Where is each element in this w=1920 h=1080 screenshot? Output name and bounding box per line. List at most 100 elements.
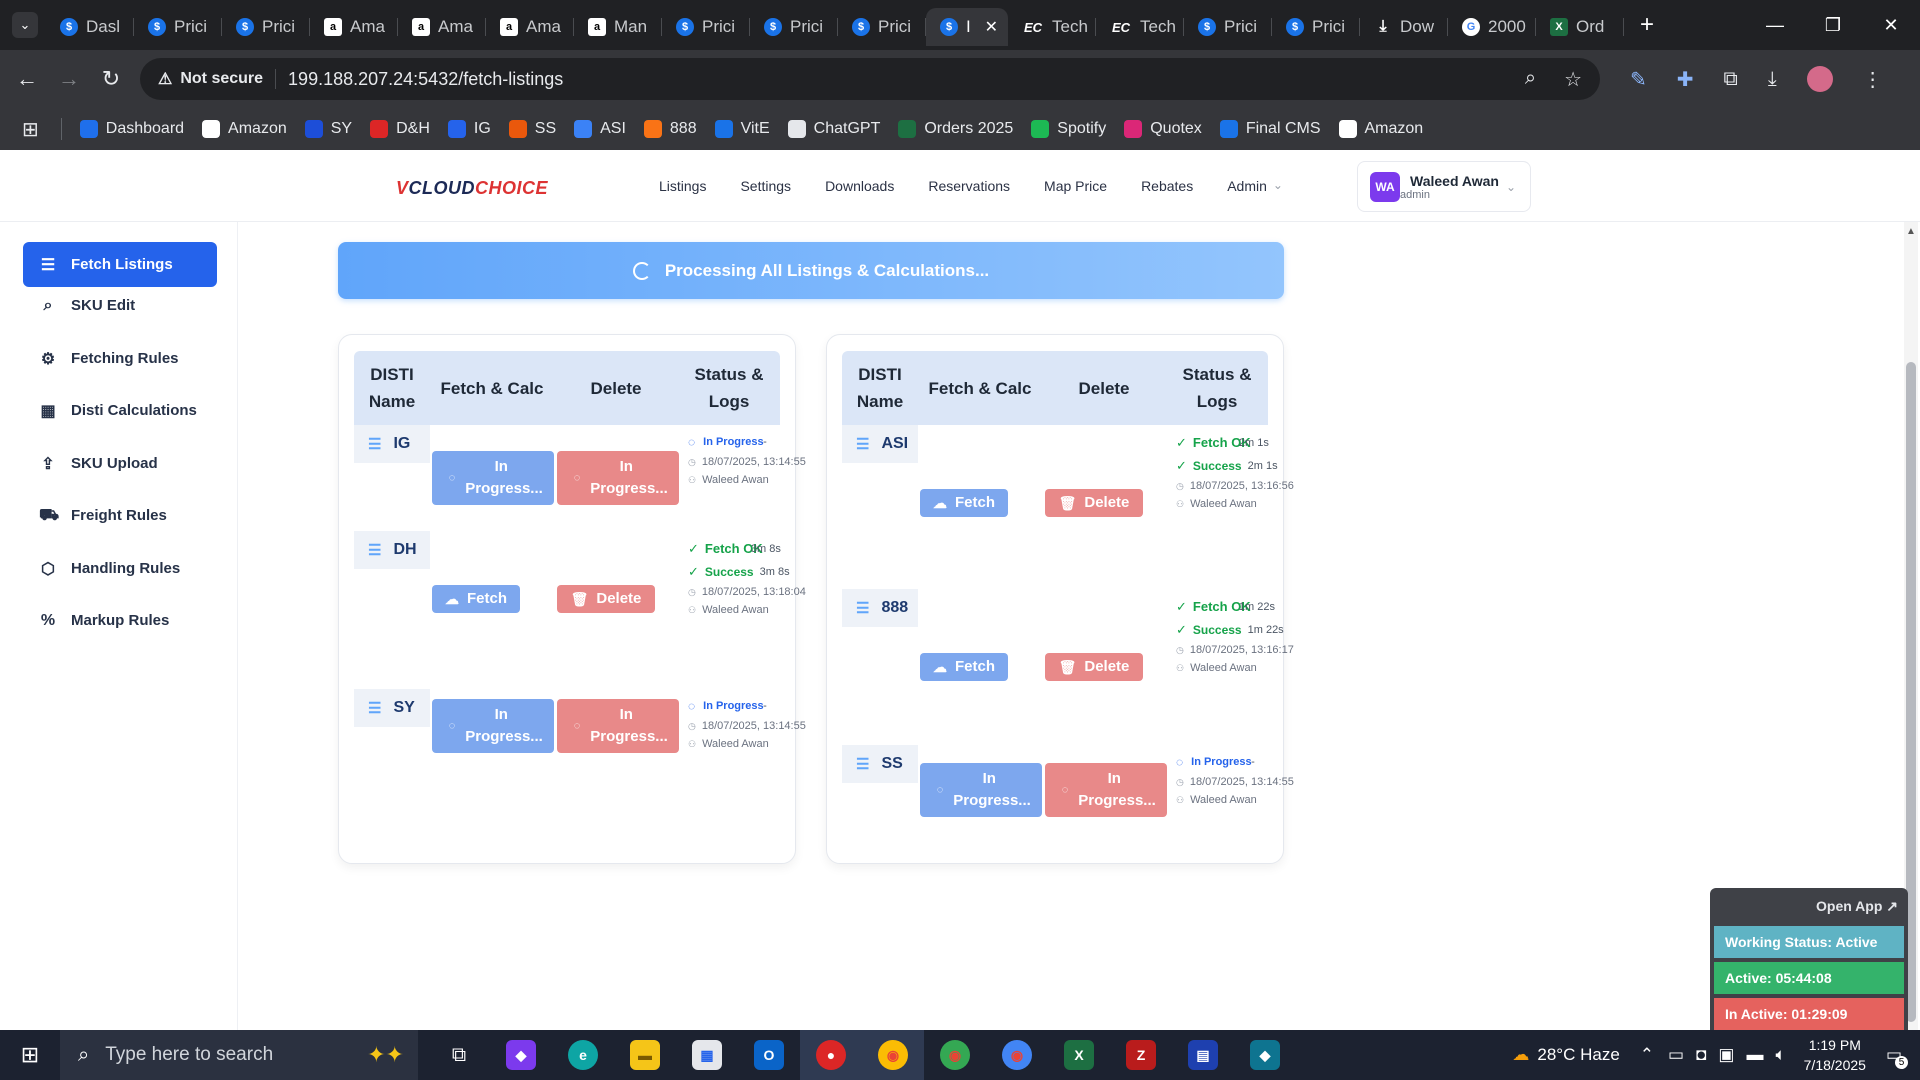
- sidebar-item-markup-rules[interactable]: % Markup Rules: [23, 598, 217, 643]
- sidebar-item-sku-edit[interactable]: ⌕ SKU Edit: [23, 283, 217, 328]
- browser-tab[interactable]: $ Prici: [134, 8, 222, 46]
- minimize-icon[interactable]: —: [1746, 0, 1804, 50]
- forward-icon[interactable]: →: [54, 66, 84, 92]
- nav-link-settings[interactable]: Settings: [740, 178, 791, 194]
- browser-tab[interactable]: $ Prici: [222, 8, 310, 46]
- extension-pen-icon[interactable]: ✎: [1630, 67, 1647, 92]
- sidebar-item-handling-rules[interactable]: ⬡ Handling Rules: [23, 546, 217, 591]
- tab-search-chevron-icon[interactable]: ⌄: [12, 12, 38, 38]
- taskbar-search[interactable]: ⌕ Type here to search ✦✦: [60, 1030, 418, 1080]
- profile-avatar[interactable]: [1806, 66, 1833, 92]
- browser-tab[interactable]: a Ama: [486, 8, 574, 46]
- bookmark-item[interactable]: Amazon: [1338, 120, 1423, 138]
- bookmark-item[interactable]: ASI: [574, 120, 626, 138]
- fetch-in-progress-button[interactable]: ◌ In Progress...: [920, 763, 1042, 817]
- sidebar-item-fetch-listings[interactable]: ☰ Fetch Listings: [23, 242, 217, 287]
- nav-link-downloads[interactable]: Downloads: [825, 178, 894, 194]
- store-icon[interactable]: ▦: [676, 1030, 738, 1080]
- outlook-icon[interactable]: O: [738, 1030, 800, 1080]
- back-icon[interactable]: ←: [12, 66, 42, 92]
- new-tab-button[interactable]: +: [1640, 11, 1654, 39]
- nav-link-rebates[interactable]: Rebates: [1141, 178, 1193, 194]
- extension-dice-icon[interactable]: ✚: [1677, 67, 1694, 92]
- browser-tab[interactable]: a Ama: [310, 8, 398, 46]
- bookmark-item[interactable]: Orders 2025: [898, 120, 1013, 138]
- delete-button[interactable]: 🗑︎ Delete: [557, 585, 655, 613]
- browser-tab[interactable]: $ I ✕: [926, 8, 1008, 46]
- fetch-button[interactable]: ☁ Fetch: [920, 653, 1008, 681]
- user-menu[interactable]: WA Waleed Awan admin ⌄: [1357, 161, 1531, 212]
- chrome-icon[interactable]: ◉: [862, 1030, 924, 1080]
- chrome-menu-icon[interactable]: ⋮: [1863, 67, 1883, 92]
- bookmark-item[interactable]: 888: [643, 120, 697, 138]
- zoom-icon[interactable]: ⌕: [1525, 67, 1536, 92]
- browser-tab[interactable]: $ Prici: [1272, 8, 1360, 46]
- chrome-profile-icon[interactable]: ◉: [924, 1030, 986, 1080]
- edge-icon[interactable]: e: [552, 1030, 614, 1080]
- sidebar-item-freight-rules[interactable]: ⛟ Freight Rules: [23, 493, 217, 538]
- nav-link-reservations[interactable]: Reservations: [928, 178, 1010, 194]
- browser-tab[interactable]: a Ama: [398, 8, 486, 46]
- notification-icon[interactable]: ▭ 5: [1886, 1045, 1908, 1069]
- windows-start-icon[interactable]: ⊞: [0, 1030, 60, 1080]
- browser-tab[interactable]: EC Tech: [1008, 8, 1096, 46]
- close-tab-icon[interactable]: ✕: [985, 17, 998, 37]
- nav-link-map-price[interactable]: Map Price: [1044, 178, 1107, 194]
- browser-tab[interactable]: $ Dasl: [46, 8, 134, 46]
- extensions-puzzle-icon[interactable]: ⧉: [1724, 68, 1738, 91]
- sidebar-item-sku-upload[interactable]: ⇪ SKU Upload: [23, 441, 217, 486]
- volume-icon[interactable]: 🔈︎: [1775, 1045, 1785, 1065]
- filezilla-icon[interactable]: Z: [1110, 1030, 1172, 1080]
- bookmark-item[interactable]: Dashboard: [79, 120, 184, 138]
- bookmark-star-icon[interactable]: ☆: [1564, 67, 1582, 92]
- browser-tab[interactable]: X Ord: [1536, 8, 1624, 46]
- network-icon[interactable]: ▭: [1668, 1045, 1684, 1065]
- delete-in-progress-button[interactable]: ◌ In Progress...: [557, 699, 679, 753]
- fetch-button[interactable]: ☁ Fetch: [432, 585, 520, 613]
- battery-icon[interactable]: ▬: [1746, 1045, 1763, 1065]
- bookmark-item[interactable]: VitE: [714, 120, 770, 138]
- browser-tab[interactable]: $ Prici: [1184, 8, 1272, 46]
- open-app-link[interactable]: Open App ↗: [1816, 898, 1898, 915]
- bookmark-item[interactable]: SY: [304, 120, 352, 138]
- sidebar-item-fetching-rules[interactable]: ⚙ Fetching Rules: [23, 336, 217, 381]
- clock[interactable]: 1:19 PM 7/18/2025: [1804, 1035, 1866, 1075]
- scroll-up-icon[interactable]: ▲: [1904, 226, 1918, 237]
- delete-button[interactable]: 🗑︎ Delete: [1045, 653, 1143, 681]
- taskbar-app-icon[interactable]: ●: [800, 1030, 862, 1080]
- url-text[interactable]: 199.188.207.24:5432/fetch-listings: [288, 69, 563, 90]
- display-icon[interactable]: ▣: [1718, 1045, 1734, 1065]
- bookmark-item[interactable]: Quotex: [1124, 120, 1202, 138]
- browser-tab[interactable]: ⤓ Dow: [1360, 8, 1448, 46]
- calculator-icon[interactable]: ▤: [1172, 1030, 1234, 1080]
- bookmark-item[interactable]: Spotify: [1031, 120, 1106, 138]
- bookmark-item[interactable]: Final CMS: [1219, 120, 1321, 138]
- file-explorer-icon[interactable]: ▬: [614, 1030, 676, 1080]
- browser-tab[interactable]: $ Prici: [662, 8, 750, 46]
- fetch-button[interactable]: ☁ Fetch: [920, 489, 1008, 517]
- reload-icon[interactable]: ↻: [96, 66, 126, 92]
- fetch-in-progress-button[interactable]: ◌ In Progress...: [432, 451, 554, 505]
- weather-text[interactable]: 28°C Haze: [1537, 1045, 1619, 1065]
- excel-icon[interactable]: X: [1048, 1030, 1110, 1080]
- nav-link-listings[interactable]: Listings: [659, 178, 706, 194]
- copilot-icon[interactable]: ◆: [490, 1030, 552, 1080]
- close-window-icon[interactable]: ✕: [1862, 0, 1920, 50]
- tray-chevron-icon[interactable]: ⌃: [1640, 1045, 1654, 1065]
- bookmark-item[interactable]: IG: [447, 120, 491, 138]
- browser-tab[interactable]: G 2000: [1448, 8, 1536, 46]
- apps-grid-icon[interactable]: ⊞: [22, 117, 39, 142]
- nav-link-admin[interactable]: Admin: [1227, 178, 1267, 194]
- task-view-icon[interactable]: ⧉: [428, 1030, 490, 1080]
- sidebar-item-disti-calculations[interactable]: ▦ Disti Calculations: [23, 388, 217, 433]
- bookmark-item[interactable]: D&H: [370, 120, 430, 138]
- delete-in-progress-button[interactable]: ◌ In Progress...: [1045, 763, 1167, 817]
- browser-tab[interactable]: a Man: [574, 8, 662, 46]
- address-bar[interactable]: ⚠ Not secure 199.188.207.24:5432/fetch-l…: [140, 58, 1600, 100]
- camera-icon[interactable]: ◘: [1696, 1045, 1706, 1065]
- browser-tab[interactable]: $ Prici: [750, 8, 838, 46]
- fetch-in-progress-button[interactable]: ◌ In Progress...: [432, 699, 554, 753]
- cloudchoice-logo[interactable]: VCLOUDCHOICE: [396, 178, 548, 199]
- delete-in-progress-button[interactable]: ◌ In Progress...: [557, 451, 679, 505]
- browser-tab[interactable]: EC Tech: [1096, 8, 1184, 46]
